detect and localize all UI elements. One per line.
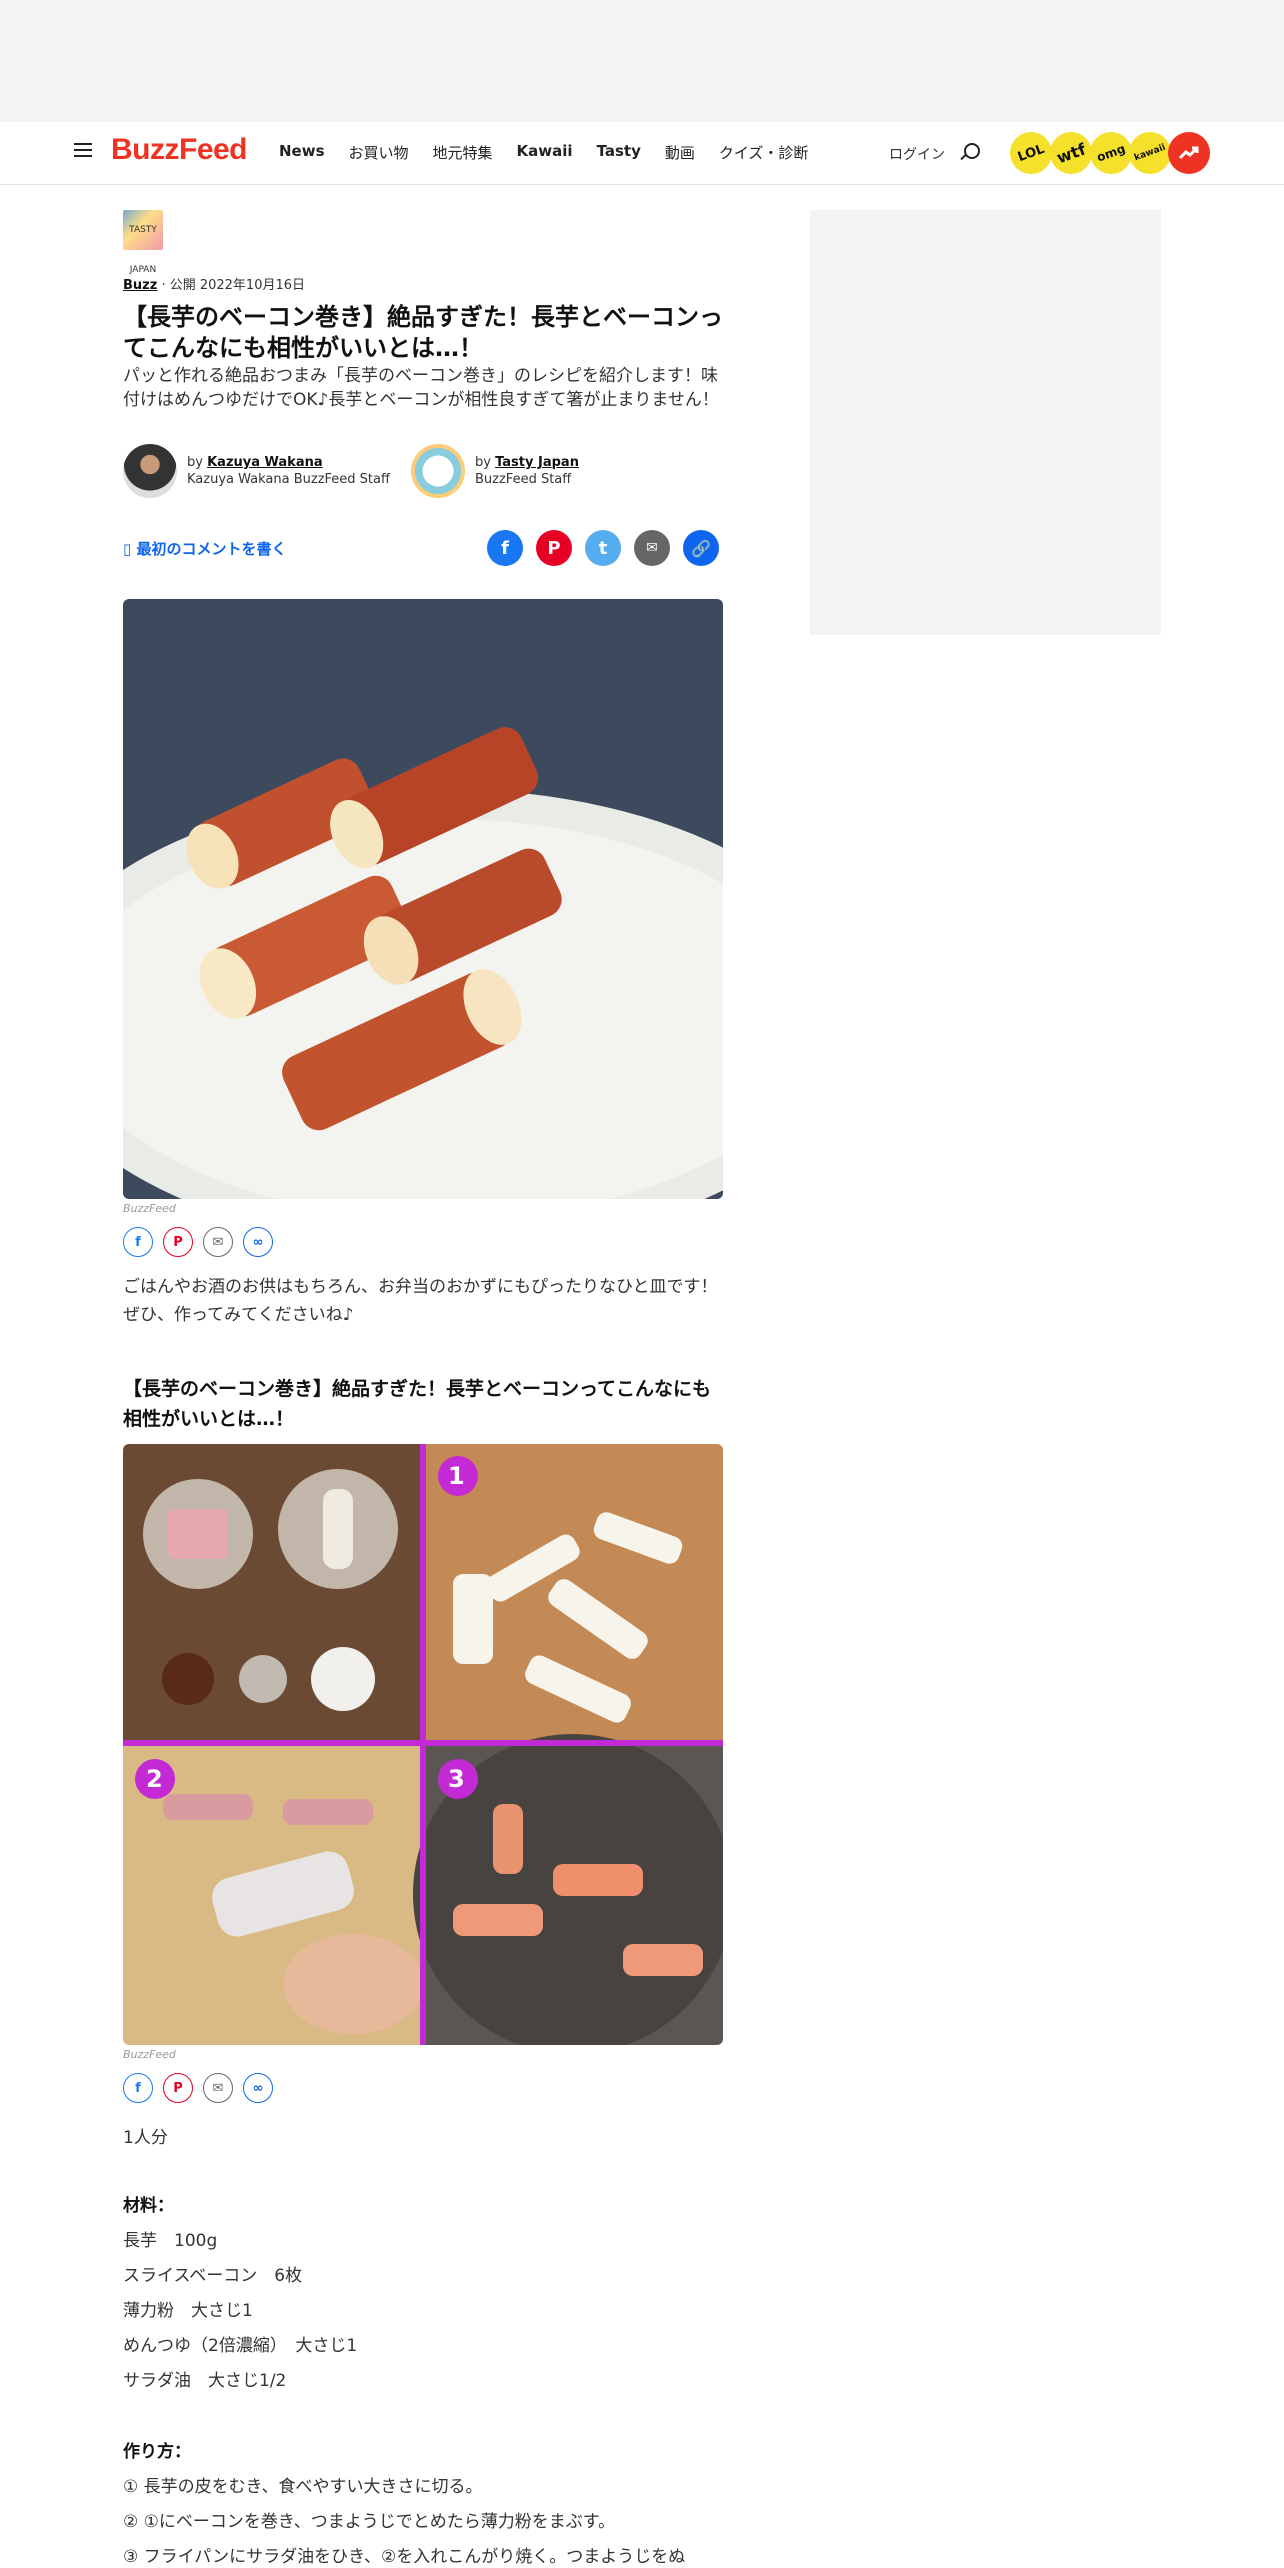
ingredient-item: サラダ油 大さじ1/2 [123,2371,287,2391]
pinterest-icon: P [173,2080,183,2096]
facebook-icon: f [135,2080,141,2096]
author-byline: by Kazuya Wakana Kazuya Wakana BuzzFeed S… [123,444,390,498]
nav-link-news[interactable]: News [279,142,325,163]
ingredient-item: 長芋 100g [123,2231,218,2251]
ingredient-item: スライスベーコン 6枚 [123,2266,303,2286]
copy-link-button[interactable]: 🔗 [683,530,719,566]
share-twitter-button[interactable]: t [585,530,621,566]
nav-link-local[interactable]: 地元特集 [433,142,493,163]
top-ad-slot [0,0,1284,122]
trending-icon[interactable] [1168,132,1210,174]
ingredients-heading: 材料： [123,2196,174,2216]
ingredient-item: めんつゆ（2倍濃縮） 大さじ1 [123,2336,358,2356]
twitter-icon: t [598,537,608,559]
mail-icon: ✉ [212,1234,224,1250]
nav-link-kawaii[interactable]: Kawaii [517,142,573,163]
share-email-button[interactable]: ✉ [203,2073,233,2103]
write-comment-link[interactable]: ▯ 最初のコメントを書く [123,538,287,559]
hero-photo [123,599,723,1199]
login-link[interactable]: ログイン [889,144,945,164]
photo-credit: BuzzFeed [123,2048,176,2061]
author-link[interactable]: Tasty Japan [495,455,579,470]
pinterest-icon: P [547,537,561,559]
nav-link-tasty[interactable]: Tasty [597,142,641,163]
mail-icon: ✉ [212,2080,224,2096]
link-icon: 🔗 [691,538,711,558]
method-heading: 作り方： [123,2442,191,2462]
facebook-icon: f [135,1234,141,1250]
menu-icon[interactable] [74,143,92,157]
article-dek: パッと作れる絶品おつまみ「長芋のベーコン巻き」のレシピを紹介します！味付けはめん… [123,366,719,410]
article-meta: Buzz · 公開 2022年10月16日 [123,278,306,293]
intro-paragraph: ごはんやお酒のお供はもちろん、お弁当のおかずにもぴったりなひと皿です！ぜひ、作っ… [123,1277,718,1325]
method-step: ② ①にベーコンを巻き、つまようじでとめたら薄力粉をまぶす。 [123,2512,615,2532]
link-icon: ∞ [252,1234,264,1250]
author-link[interactable]: Kazuya Wakana [207,455,323,470]
sidebar-ad-slot [810,210,1161,635]
ingredient-item: 薄力粉 大さじ1 [123,2301,253,2321]
share-pinterest-button[interactable]: P [163,1227,193,1257]
share-facebook-button[interactable]: f [123,2073,153,2103]
copy-link-button[interactable]: ∞ [243,2073,273,2103]
mail-icon: ✉ [646,540,658,556]
top-nav: BuzzFeed News お買い物 地元特集 Kawaii Tasty 動画 … [0,122,1284,185]
search-icon[interactable] [964,143,980,159]
share-email-button[interactable]: ✉ [634,530,670,566]
step-number-3: 3 [448,1765,465,1793]
method-step: ① 長芋の皮をむき、食べやすい大きさに切る。 [123,2477,483,2497]
share-pinterest-button[interactable]: P [163,2073,193,2103]
share-facebook-button[interactable]: f [487,530,523,566]
pinterest-icon: P [173,1234,183,1250]
nav-links: News お買い物 地元特集 Kawaii Tasty 動画 クイズ・診断 [279,142,808,163]
author-role: Kazuya Wakana BuzzFeed Staff [187,472,390,487]
share-email-button[interactable]: ✉ [203,1227,233,1257]
recipe-steps-image: 1 2 3 [123,1444,723,2045]
method-step: ③ フライパンにサラダ油をひき、②を入れこんがり焼く。つまようじをぬ [123,2547,686,2567]
tasty-japan-thumb[interactable]: TASTY JAPAN [123,210,163,275]
share-facebook-button[interactable]: f [123,1227,153,1257]
nav-link-video[interactable]: 動画 [665,142,695,163]
buzzfeed-logo[interactable]: BuzzFeed [111,133,248,167]
nav-link-shopping[interactable]: お買い物 [349,142,409,163]
link-icon: ∞ [252,2080,264,2096]
publish-date: 公開 2022年10月16日 [169,278,306,293]
category-link[interactable]: Buzz [123,278,157,293]
step-number-2: 2 [146,1765,163,1793]
step-number-1: 1 [448,1462,465,1490]
servings: 1人分 [123,2128,168,2148]
copy-link-button[interactable]: ∞ [243,1227,273,1257]
photo-credit: BuzzFeed [123,1202,176,1215]
comment-icon: ▯ [123,540,132,558]
share-pinterest-button[interactable]: P [536,530,572,566]
author-byline: by Tasty Japan BuzzFeed Staff [411,444,579,498]
author-role: BuzzFeed Staff [475,472,572,487]
nav-link-quiz[interactable]: クイズ・診断 [719,142,809,163]
recipe-title: 【長芋のベーコン巻き】絶品すぎた！長芋とベーコンってこんなにも相性がいいとは…！ [123,1378,712,1430]
avatar[interactable] [411,444,465,498]
avatar[interactable] [123,444,177,498]
facebook-icon: f [501,537,509,559]
article-title: 【長芋のベーコン巻き】絶品すぎた！長芋とベーコンってこんなにも相性がいいとは…！ [123,303,723,362]
